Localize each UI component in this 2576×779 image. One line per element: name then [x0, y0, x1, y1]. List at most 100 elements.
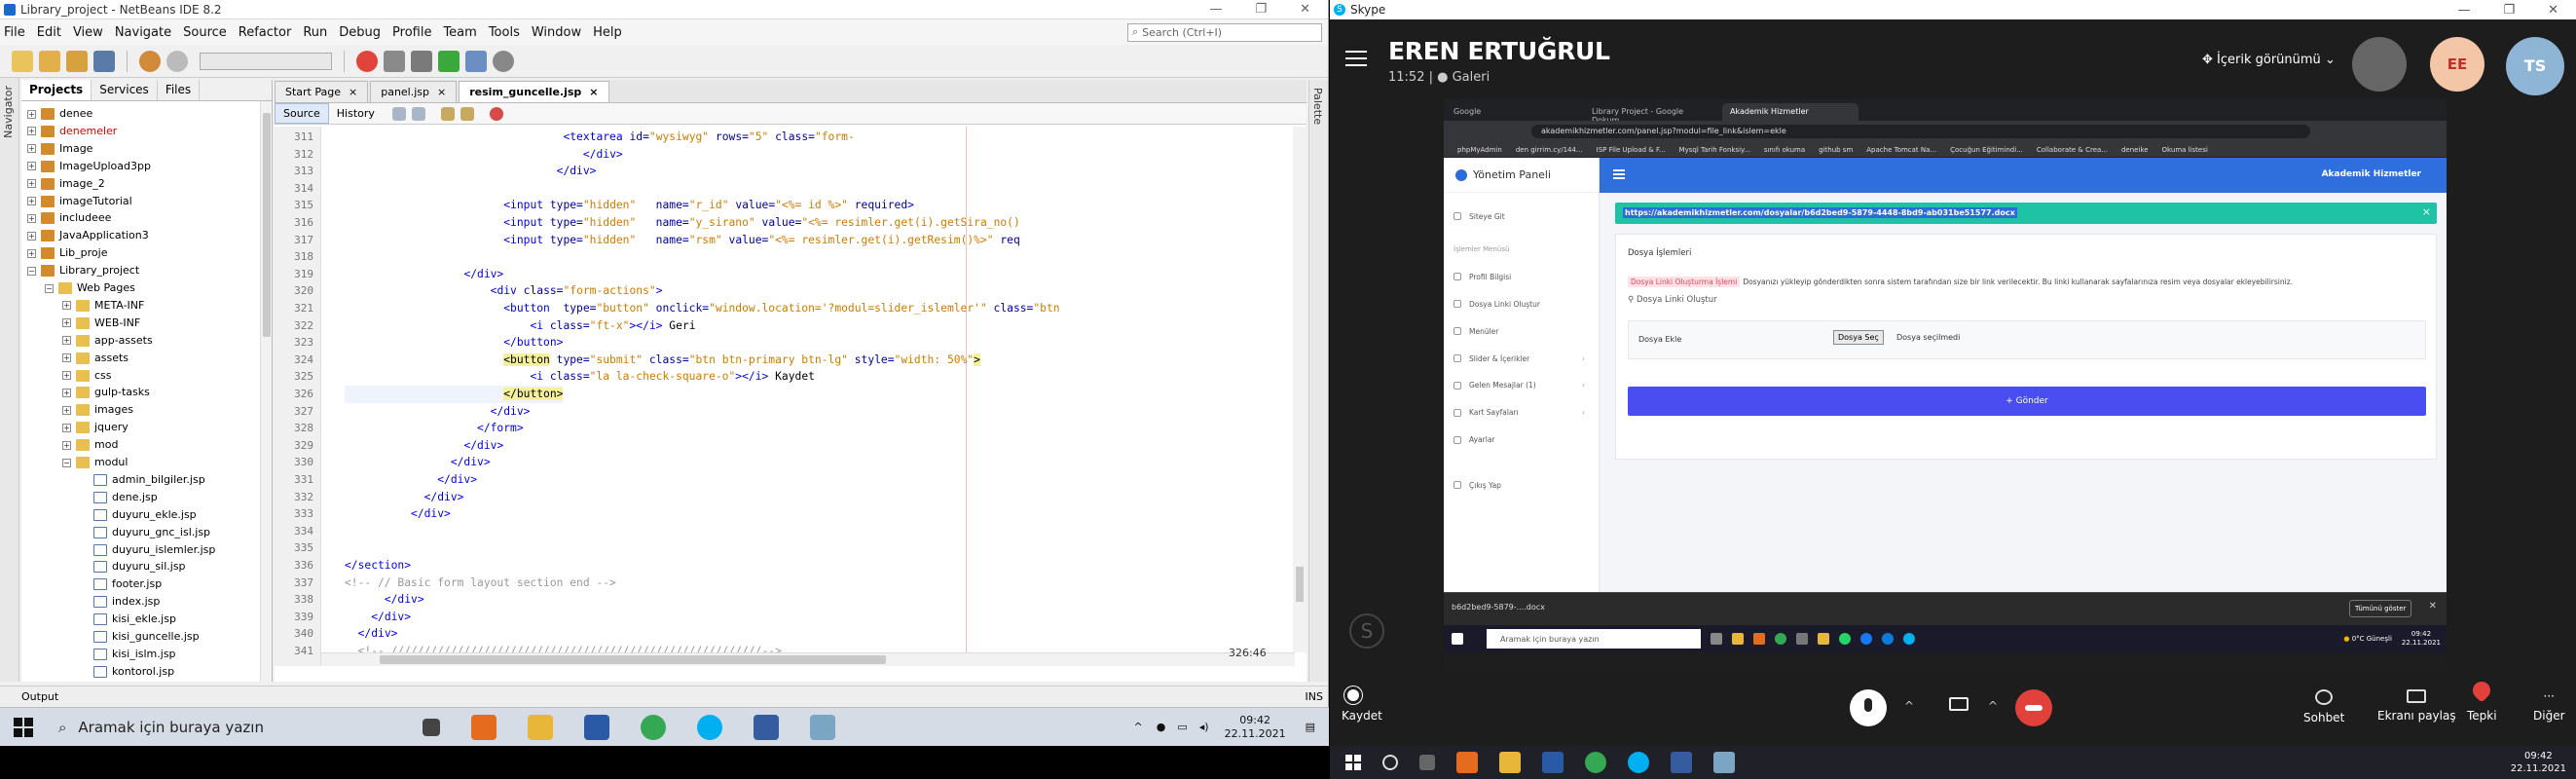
expand-icon[interactable]: + [62, 423, 71, 432]
windows-start-icon[interactable] [1345, 755, 1361, 770]
browser-tab[interactable]: Akademik Hizmetler [1722, 103, 1858, 121]
taskbar-clock[interactable]: 09:42 22.11.2021 [1225, 714, 1286, 741]
sidebar-item[interactable]: Siteye Git [1454, 212, 1505, 221]
mail-icon[interactable] [1542, 752, 1564, 773]
expand-icon[interactable]: + [27, 197, 36, 205]
xampp-icon[interactable] [471, 714, 497, 740]
tree-node[interactable]: + app-assets [62, 332, 153, 350]
tree-node[interactable]: kontorol.jsp [80, 663, 174, 681]
new-file-icon[interactable] [39, 50, 60, 72]
tree-node[interactable]: duyuru_sil.jsp [80, 558, 186, 575]
menu-window[interactable]: Window [532, 25, 581, 40]
chrome-icon[interactable] [641, 714, 666, 740]
task-view-icon[interactable] [1711, 633, 1722, 645]
bookmark-item[interactable]: phpMyAdmin [1457, 146, 1502, 154]
xampp-icon[interactable] [1456, 752, 1478, 773]
bookmark-item[interactable]: den girrim.cy/144... [1516, 146, 1583, 154]
tab-panel-jsp[interactable]: panel.jsp × [370, 81, 458, 102]
bookmark-item[interactable]: Collaborate & Crea... [2037, 146, 2108, 154]
more-button[interactable]: ··· Diğer [2533, 689, 2565, 723]
notifications-icon[interactable]: ▤ [1306, 721, 1315, 733]
editor-horizontal-scrollbar[interactable] [321, 652, 1295, 666]
weather-indicator[interactable]: ● 0°C Güneşli [2343, 635, 2392, 643]
content-view-button[interactable]: ✥ İçerik görünümü ⌄ [2202, 53, 2336, 67]
show-all-button[interactable]: Tümünü göster [2349, 600, 2412, 617]
submit-button[interactable]: + Gönder [1628, 387, 2426, 416]
expand-icon[interactable]: + [27, 162, 36, 171]
tree-node[interactable]: + META-INF [62, 297, 144, 315]
redo-icon[interactable] [166, 50, 188, 72]
tree-node[interactable]: dene.jsp [80, 489, 158, 506]
chrome-icon[interactable] [1585, 752, 1606, 773]
close-icon[interactable]: × [437, 86, 446, 98]
menu-refactor[interactable]: Refactor [239, 25, 292, 40]
file-explorer-icon[interactable] [1499, 752, 1521, 773]
debug-icon[interactable] [465, 50, 487, 72]
menu-source[interactable]: Source [183, 25, 227, 40]
expand-icon[interactable]: + [62, 353, 71, 363]
browser-tab[interactable]: Library Project - Google Dokum... [1584, 103, 1720, 125]
tree-node[interactable]: + image_2 [27, 175, 105, 193]
generated-link[interactable]: https://akademikhizmetler.com/dosyalar/b… [1623, 207, 2017, 218]
tree-node[interactable]: footer.jsp [80, 575, 162, 593]
hang-up-button[interactable] [2015, 689, 2052, 726]
virtualbox-icon[interactable] [1671, 752, 1692, 773]
scroll-thumb[interactable] [1296, 567, 1304, 602]
close-icon[interactable]: × [2422, 205, 2431, 218]
scroll-thumb[interactable] [380, 655, 886, 664]
react-button[interactable]: Tepki [2467, 678, 2497, 723]
chrome-browser-icon[interactable] [356, 50, 378, 72]
source-view-button[interactable]: Source [275, 103, 329, 124]
tree-node[interactable]: + images [62, 401, 133, 419]
chevron-up-icon[interactable]: ^ [1134, 721, 1143, 733]
expand-icon[interactable]: + [27, 127, 36, 136]
navigator-side-tab[interactable]: Navigator [2, 86, 15, 138]
download-item[interactable]: b6d2bed9-5879-....docx [1452, 603, 1545, 612]
menu-edit[interactable]: Edit [37, 25, 61, 40]
maximize-icon[interactable]: ❐ [1255, 2, 1267, 17]
task-view-icon[interactable] [423, 718, 440, 736]
configuration-combo[interactable] [200, 52, 332, 70]
camera-off-icon[interactable] [1949, 697, 1969, 711]
skype-icon[interactable] [1628, 752, 1649, 773]
chrome-icon[interactable] [1775, 633, 1786, 645]
menu-file[interactable]: File [4, 25, 25, 40]
close-icon[interactable]: ✕ [2429, 601, 2437, 612]
menu-help[interactable]: Help [593, 25, 622, 40]
tree-node[interactable]: + ImageUpload3pp [27, 158, 151, 175]
forward-icon[interactable] [411, 106, 425, 121]
tree-node[interactable]: + denee [27, 105, 92, 123]
xampp-icon[interactable] [1753, 633, 1765, 645]
menu-view[interactable]: View [73, 25, 103, 40]
sidebar-item[interactable]: Slider & İçerikler › [1454, 354, 1585, 363]
expand-icon[interactable]: + [27, 248, 36, 258]
editor-vertical-scrollbar[interactable] [1293, 127, 1306, 652]
collapse-icon[interactable]: − [45, 283, 54, 293]
tree-node[interactable]: + JavaApplication3 [27, 227, 149, 244]
tree-node[interactable]: duyuru_islemler.jsp [80, 541, 215, 559]
expand-icon[interactable]: + [27, 144, 36, 154]
sidebar-item[interactable]: Menüler [1454, 327, 1498, 336]
tree-node[interactable]: + imageTutorial [27, 193, 132, 210]
network-icon[interactable]: ▭ [1177, 721, 1187, 733]
record-button[interactable]: Kaydet [1342, 689, 1382, 723]
tree-node[interactable]: + css [62, 367, 112, 385]
ide-search-input[interactable]: ⌕ Search (Ctrl+I) [1127, 22, 1322, 42]
stop-macro-icon[interactable] [489, 106, 503, 121]
shared-taskbar-search[interactable]: Aramak için buraya yazın [1487, 629, 1701, 649]
back-icon[interactable] [391, 106, 406, 121]
menu-icon[interactable] [1345, 51, 1367, 66]
code-area[interactable]: 311 312 313 314 315 316 317 318 319 320 321 322 323 3… [275, 127, 1306, 666]
search-icon[interactable] [1382, 755, 1398, 770]
netbeans-taskbar-icon[interactable] [1713, 752, 1735, 773]
file-explorer-icon[interactable] [528, 714, 553, 740]
expand-icon[interactable]: + [27, 109, 36, 119]
sidebar-item[interactable]: Ayarlar [1454, 435, 1495, 444]
hamburger-icon[interactable] [1613, 169, 1625, 179]
mail-icon[interactable] [584, 714, 609, 740]
toggle-bookmark-icon[interactable] [460, 106, 474, 121]
tree-node[interactable]: + mod [62, 436, 118, 454]
close-icon[interactable]: ✕ [1300, 2, 1310, 17]
chevron-up-icon[interactable]: ^ [1904, 699, 1914, 713]
skype-icon[interactable] [1903, 633, 1915, 645]
